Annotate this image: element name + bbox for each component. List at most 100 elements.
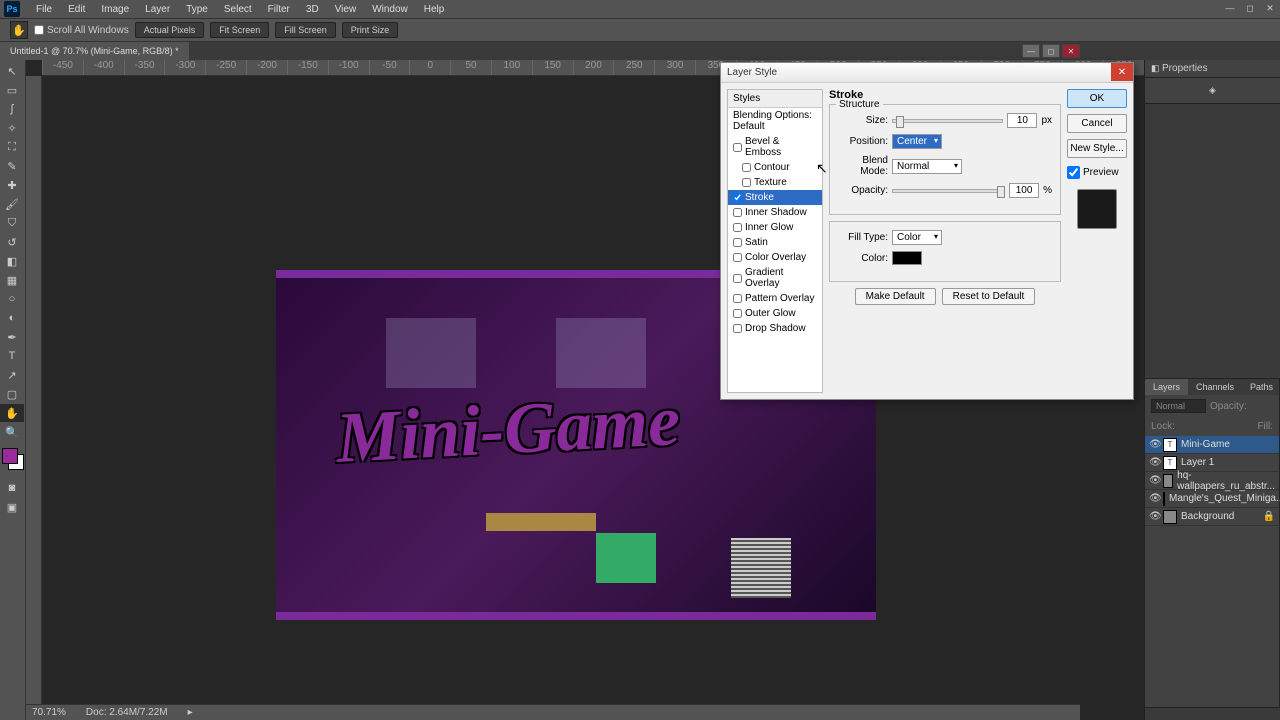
position-dropdown[interactable]: Center — [892, 134, 942, 149]
eyedropper-tool[interactable]: ✎ — [0, 157, 24, 175]
style-stroke[interactable]: Stroke — [728, 190, 822, 205]
collapsed-panel-1[interactable]: ◈ — [1145, 78, 1280, 104]
history-brush-tool[interactable]: ↺ — [0, 233, 24, 251]
color-swatches[interactable] — [0, 448, 25, 478]
layers-panel: Layers Channels Paths Normal Opacity: Lo… — [1144, 378, 1280, 708]
menu-filter[interactable]: Filter — [260, 2, 298, 17]
style-texture[interactable]: Texture — [728, 175, 822, 190]
crop-tool[interactable]: ⛶ — [0, 138, 24, 156]
menu-3d[interactable]: 3D — [298, 2, 327, 17]
visibility-icon[interactable]: 👁 — [1149, 457, 1159, 468]
properties-panel-tab[interactable]: ◧ Properties — [1145, 60, 1280, 78]
scroll-all-checkbox[interactable]: Scroll All Windows — [34, 25, 129, 36]
style-gradient-overlay[interactable]: Gradient Overlay — [728, 265, 822, 291]
style-color-overlay[interactable]: Color Overlay — [728, 250, 822, 265]
opt-fit-screen[interactable]: Fit Screen — [210, 22, 269, 38]
zoom-tool[interactable]: 🔍 — [0, 423, 24, 441]
blend-mode-select[interactable]: Normal — [1151, 399, 1206, 413]
eraser-tool[interactable]: ◧ — [0, 252, 24, 270]
type-tool[interactable]: T — [0, 347, 24, 365]
styles-list: Styles Blending Options: Default Bevel &… — [727, 89, 823, 393]
menu-select[interactable]: Select — [216, 2, 260, 17]
zoom-level[interactable]: 70.71% — [32, 707, 66, 718]
doc-minimize-button[interactable]: — — [1022, 44, 1040, 58]
maximize-button[interactable]: ◻ — [1240, 0, 1260, 16]
style-satin[interactable]: Satin — [728, 235, 822, 250]
styles-header[interactable]: Styles — [728, 90, 822, 108]
wand-tool[interactable]: ✧ — [0, 119, 24, 137]
menu-type[interactable]: Type — [178, 2, 216, 17]
quickmask-tool[interactable]: ◙ — [0, 479, 24, 497]
menu-image[interactable]: Image — [93, 2, 137, 17]
move-tool[interactable]: ↖ — [0, 62, 24, 80]
blendmode-dropdown[interactable]: Normal — [892, 159, 962, 174]
reset-default-button[interactable]: Reset to Default — [942, 288, 1036, 305]
layer-name: Mini-Game — [1181, 439, 1230, 450]
doc-close-button[interactable]: ✕ — [1062, 44, 1080, 58]
dodge-tool[interactable]: ◐ — [0, 309, 24, 327]
shape-tool[interactable]: ▢ — [0, 385, 24, 403]
blur-tool[interactable]: ○ — [0, 290, 24, 308]
layer-row[interactable]: 👁TMini-Game — [1145, 436, 1279, 454]
make-default-button[interactable]: Make Default — [855, 288, 936, 305]
opacity-input[interactable] — [1009, 183, 1039, 198]
opacity-slider[interactable] — [892, 189, 1005, 193]
style-inner-glow[interactable]: Inner Glow — [728, 220, 822, 235]
menu-window[interactable]: Window — [364, 2, 416, 17]
close-button[interactable]: ✕ — [1260, 0, 1280, 16]
visibility-icon[interactable]: 👁 — [1149, 439, 1159, 450]
opt-print-size[interactable]: Print Size — [342, 22, 399, 38]
style-drop-shadow[interactable]: Drop Shadow — [728, 321, 822, 336]
marquee-tool[interactable]: ▭ — [0, 81, 24, 99]
opt-actual-pixels[interactable]: Actual Pixels — [135, 22, 205, 38]
minimize-button[interactable]: — — [1220, 0, 1240, 16]
visibility-icon[interactable]: 👁 — [1149, 475, 1159, 486]
layers-panel-tabs: Layers Channels Paths — [1145, 379, 1279, 395]
new-style-button[interactable]: New Style... — [1067, 139, 1127, 158]
gradient-tool[interactable]: ▦ — [0, 271, 24, 289]
size-slider[interactable] — [892, 119, 1003, 123]
dialog-close-button[interactable]: ✕ — [1111, 63, 1133, 81]
menu-edit[interactable]: Edit — [60, 2, 93, 17]
menu-view[interactable]: View — [327, 2, 365, 17]
opt-fill-screen[interactable]: Fill Screen — [275, 22, 336, 38]
screenmode-tool[interactable]: ▣ — [0, 498, 24, 516]
layer-row[interactable]: 👁Background🔒 — [1145, 508, 1279, 526]
status-arrow-icon[interactable]: ▸ — [188, 707, 193, 718]
layer-row[interactable]: 👁hq-wallpapers_ru_abstr... — [1145, 472, 1279, 490]
style-bevel-emboss[interactable]: Bevel & Emboss — [728, 134, 822, 160]
lasso-tool[interactable]: ʃ — [0, 100, 24, 118]
style-inner-shadow[interactable]: Inner Shadow — [728, 205, 822, 220]
layer-name: Background — [1181, 511, 1234, 522]
stamp-tool[interactable]: ⛉ — [0, 214, 24, 232]
visibility-icon[interactable]: 👁 — [1149, 493, 1159, 504]
doc-maximize-button[interactable]: ◻ — [1042, 44, 1060, 58]
dialog-titlebar[interactable]: Layer Style ✕ — [721, 63, 1133, 83]
tab-channels[interactable]: Channels — [1188, 379, 1242, 395]
tab-layers[interactable]: Layers — [1145, 379, 1188, 395]
filltype-dropdown[interactable]: Color — [892, 230, 942, 245]
hand-tool[interactable]: ✋ — [0, 404, 24, 422]
style-contour[interactable]: Contour — [728, 160, 822, 175]
stroke-color-swatch[interactable] — [892, 251, 922, 265]
menu-file[interactable]: File — [28, 2, 60, 17]
document-tab[interactable]: Untitled-1 @ 70.7% (Mini-Game, RGB/8) * — [0, 42, 189, 60]
ok-button[interactable]: OK — [1067, 89, 1127, 108]
menu-layer[interactable]: Layer — [137, 2, 178, 17]
style-pattern-overlay[interactable]: Pattern Overlay — [728, 291, 822, 306]
style-outer-glow[interactable]: Outer Glow — [728, 306, 822, 321]
layer-row[interactable]: 👁Mangle's_Quest_Miniga... — [1145, 490, 1279, 508]
pen-tool[interactable]: ✒ — [0, 328, 24, 346]
tab-paths[interactable]: Paths — [1242, 379, 1280, 395]
blending-options-item[interactable]: Blending Options: Default — [728, 108, 822, 134]
preview-checkbox[interactable]: Preview — [1067, 166, 1127, 179]
status-bar: 70.71% Doc: 2.64M/7.22M ▸ — [26, 704, 1080, 720]
menu-help[interactable]: Help — [416, 2, 453, 17]
path-tool[interactable]: ↗ — [0, 366, 24, 384]
size-input[interactable] — [1007, 113, 1037, 128]
cancel-button[interactable]: Cancel — [1067, 114, 1127, 133]
healing-tool[interactable]: ✚ — [0, 176, 24, 194]
visibility-icon[interactable]: 👁 — [1149, 511, 1159, 522]
foreground-color-swatch[interactable] — [2, 448, 18, 464]
brush-tool[interactable]: 🖌 — [0, 195, 24, 213]
